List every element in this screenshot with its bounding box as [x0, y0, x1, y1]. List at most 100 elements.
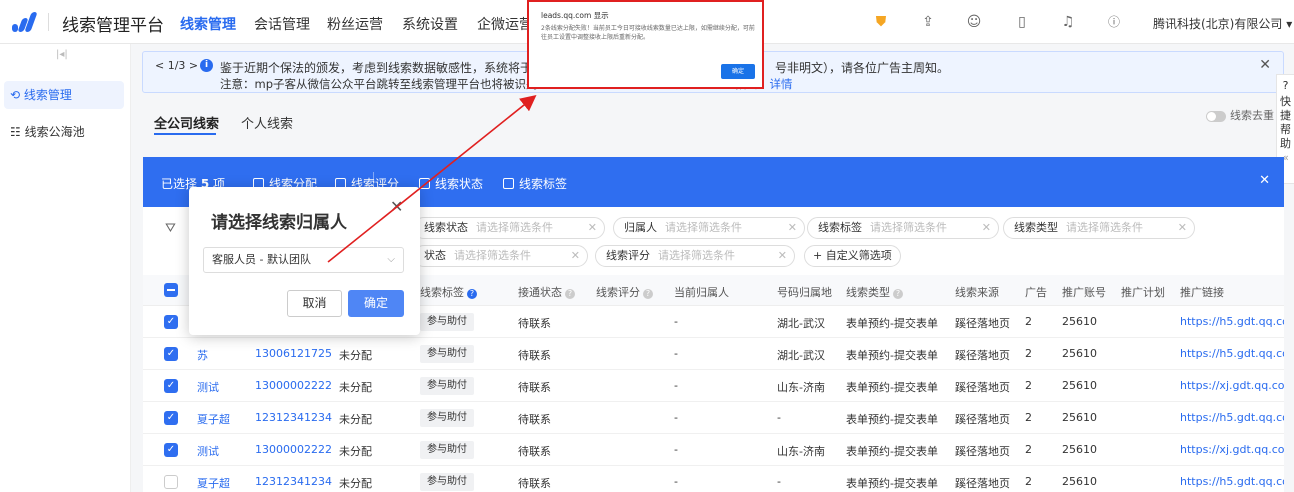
close-icon[interactable]: ✕	[1259, 173, 1270, 188]
filter-label: 线索标签	[818, 221, 862, 234]
dedup-toggle[interactable]: 线索去重	[1206, 107, 1274, 123]
add-custom-filter-button[interactable]: + 自定义筛选项	[804, 245, 901, 267]
help-icon[interactable]: ?	[467, 289, 477, 299]
clear-icon[interactable]: ✕	[788, 218, 797, 238]
select-all-checkbox[interactable]	[164, 283, 178, 297]
upload-icon[interactable]: ⇪	[918, 12, 938, 32]
cell-ad: 2	[1025, 347, 1032, 360]
lead-status-button[interactable]: 线索状态	[419, 175, 483, 192]
tab-company-leads[interactable]: 全公司线索	[154, 113, 219, 132]
cancel-button[interactable]: 取消	[287, 290, 342, 317]
column-header: 线索评分?	[596, 284, 653, 300]
bell-icon[interactable]: ♫	[1058, 12, 1078, 32]
clear-icon[interactable]: ✕	[1178, 218, 1187, 238]
cell-phone[interactable]: 13000002222	[255, 379, 332, 392]
cell-ad: 2	[1025, 411, 1032, 424]
lead-tag-badge: 参与助付	[420, 473, 474, 491]
clear-icon[interactable]: ✕	[778, 246, 787, 266]
brand-title: 线索管理平台	[62, 16, 164, 36]
help-icon[interactable]: ?	[893, 289, 903, 299]
column-header: 推广账号	[1062, 286, 1106, 299]
clear-icon[interactable]: ✕	[588, 218, 597, 238]
cell-link[interactable]: https://h5.gdt.qq.com/xjvie	[1180, 411, 1284, 424]
cell-account: 25610	[1062, 315, 1097, 328]
user-badge-icon[interactable]: ☺	[964, 12, 984, 32]
quick-help-label: 快捷帮助	[1280, 95, 1291, 150]
tab-personal-leads[interactable]: 个人线索	[241, 113, 293, 132]
row-checkbox[interactable]: ✓	[164, 411, 178, 425]
cell-link[interactable]: https://h5.gdt.qq.com/xjvie	[1180, 347, 1284, 360]
collapse-sidebar-icon[interactable]: |◂|	[56, 49, 68, 60]
cell-contact: 待联系	[518, 349, 551, 362]
toggle-switch[interactable]	[1206, 110, 1226, 122]
help-icon[interactable]: ?	[643, 289, 653, 299]
cell-type: 表单预约-提交表单	[846, 413, 938, 426]
row-checkbox[interactable]: ✓	[164, 379, 178, 393]
nav-sessions[interactable]: 会话管理	[254, 14, 310, 34]
cell-link[interactable]: https://xj.gdt.qq.com/xjvie	[1180, 443, 1284, 456]
detail-link[interactable]: 详情	[770, 77, 793, 91]
column-header: 推广链接	[1180, 286, 1224, 299]
cell-phone[interactable]: 12312341234	[255, 475, 332, 488]
filter-lead-tag[interactable]: 线索标签 请选择筛选条件 ✕	[807, 217, 999, 239]
cell-status: 未分配	[339, 349, 372, 362]
alert-ok-button[interactable]: 确定	[721, 64, 755, 79]
confirm-button[interactable]: 确定	[348, 290, 404, 317]
nav-settings[interactable]: 系统设置	[402, 14, 458, 34]
clear-icon[interactable]: ✕	[571, 246, 580, 266]
row-checkbox[interactable]: ✓	[164, 315, 178, 329]
filter-placeholder: 请选择筛选条件	[454, 249, 531, 262]
filter-icon[interactable]: ⛛	[165, 221, 176, 236]
sidebar-item-leads[interactable]: ⟲ 线索管理	[4, 81, 124, 109]
help-icon[interactable]: ⓘ	[1104, 12, 1124, 32]
sidebar-item-leads-pool[interactable]: ☷ 线索公海池	[4, 118, 124, 146]
cell-link[interactable]: https://h5.gdt.qq.com/xjvie	[1180, 315, 1284, 328]
row-checkbox[interactable]	[164, 475, 178, 489]
cell-contact: 待联系	[518, 317, 551, 330]
cell-region: 山东-济南	[777, 381, 825, 394]
help-icon[interactable]: ?	[565, 289, 575, 299]
shield-icon[interactable]: ⛊	[871, 12, 891, 32]
cell-phone[interactable]: 12312341234	[255, 411, 332, 424]
filter-label: 线索评分	[606, 249, 650, 262]
filter-owner[interactable]: 归属人 请选择筛选条件 ✕	[613, 217, 805, 239]
row-checkbox[interactable]: ✓	[164, 443, 178, 457]
cell-contact: 待联系	[518, 477, 551, 490]
cell-ad: 2	[1025, 315, 1032, 328]
filter-lead-score[interactable]: 线索评分 请选择筛选条件 ✕	[595, 245, 795, 267]
cell-phone[interactable]: 13006121725	[255, 347, 332, 360]
owner-select[interactable]: 客服人员 - 默认团队 ⌵	[203, 247, 404, 273]
nav-leads[interactable]: 线索管理	[180, 14, 236, 34]
owner-select-value: 客服人员 - 默认团队	[212, 253, 311, 266]
cell-name[interactable]: 夏子超	[197, 475, 230, 491]
cell-name[interactable]: 测试	[197, 379, 219, 395]
assign-owner-dialog: 请选择线索归属人 ✕ 客服人员 - 默认团队 ⌵ 取消 确定	[189, 187, 420, 335]
filter-placeholder: 请选择筛选条件	[665, 221, 742, 234]
tab-underline	[154, 133, 216, 135]
notice-pager[interactable]: < 1/3 >	[155, 59, 198, 72]
filter-status[interactable]: 状态 请选择筛选条件 ✕	[413, 245, 588, 267]
cell-ad: 2	[1025, 443, 1032, 456]
row-checkbox[interactable]: ✓	[164, 347, 178, 361]
cell-name[interactable]: 苏	[197, 347, 208, 363]
nav-wecom[interactable]: 企微运营	[477, 14, 533, 34]
lead-tag-button[interactable]: 线索标签	[503, 175, 567, 192]
cell-owner: -	[674, 347, 678, 360]
close-icon[interactable]: ✕	[390, 197, 403, 216]
cell-name[interactable]: 夏子超	[197, 411, 230, 427]
column-header: 号码归属地	[777, 286, 832, 299]
close-icon[interactable]: ✕	[1259, 57, 1271, 73]
cell-account: 25610	[1062, 411, 1097, 424]
clear-icon[interactable]: ✕	[982, 218, 991, 238]
cell-phone[interactable]: 13000002222	[255, 443, 332, 456]
phone-icon[interactable]: ▯	[1012, 12, 1032, 32]
filter-label: 线索状态	[424, 221, 468, 234]
nav-fans[interactable]: 粉丝运营	[327, 14, 383, 34]
company-switcher[interactable]: 腾讯科技(北京)有限公司 ▾	[1153, 15, 1292, 32]
cell-link[interactable]: https://h5.gdt.qq.com/xjvie	[1180, 475, 1284, 488]
filter-lead-type[interactable]: 线索类型 请选择筛选条件 ✕	[1003, 217, 1195, 239]
cell-link[interactable]: https://xj.gdt.qq.com/xjvie	[1180, 379, 1284, 392]
filter-lead-status[interactable]: 线索状态 请选择筛选条件 ✕	[413, 217, 605, 239]
filter-label: 线索类型	[1014, 221, 1058, 234]
cell-name[interactable]: 测试	[197, 443, 219, 459]
